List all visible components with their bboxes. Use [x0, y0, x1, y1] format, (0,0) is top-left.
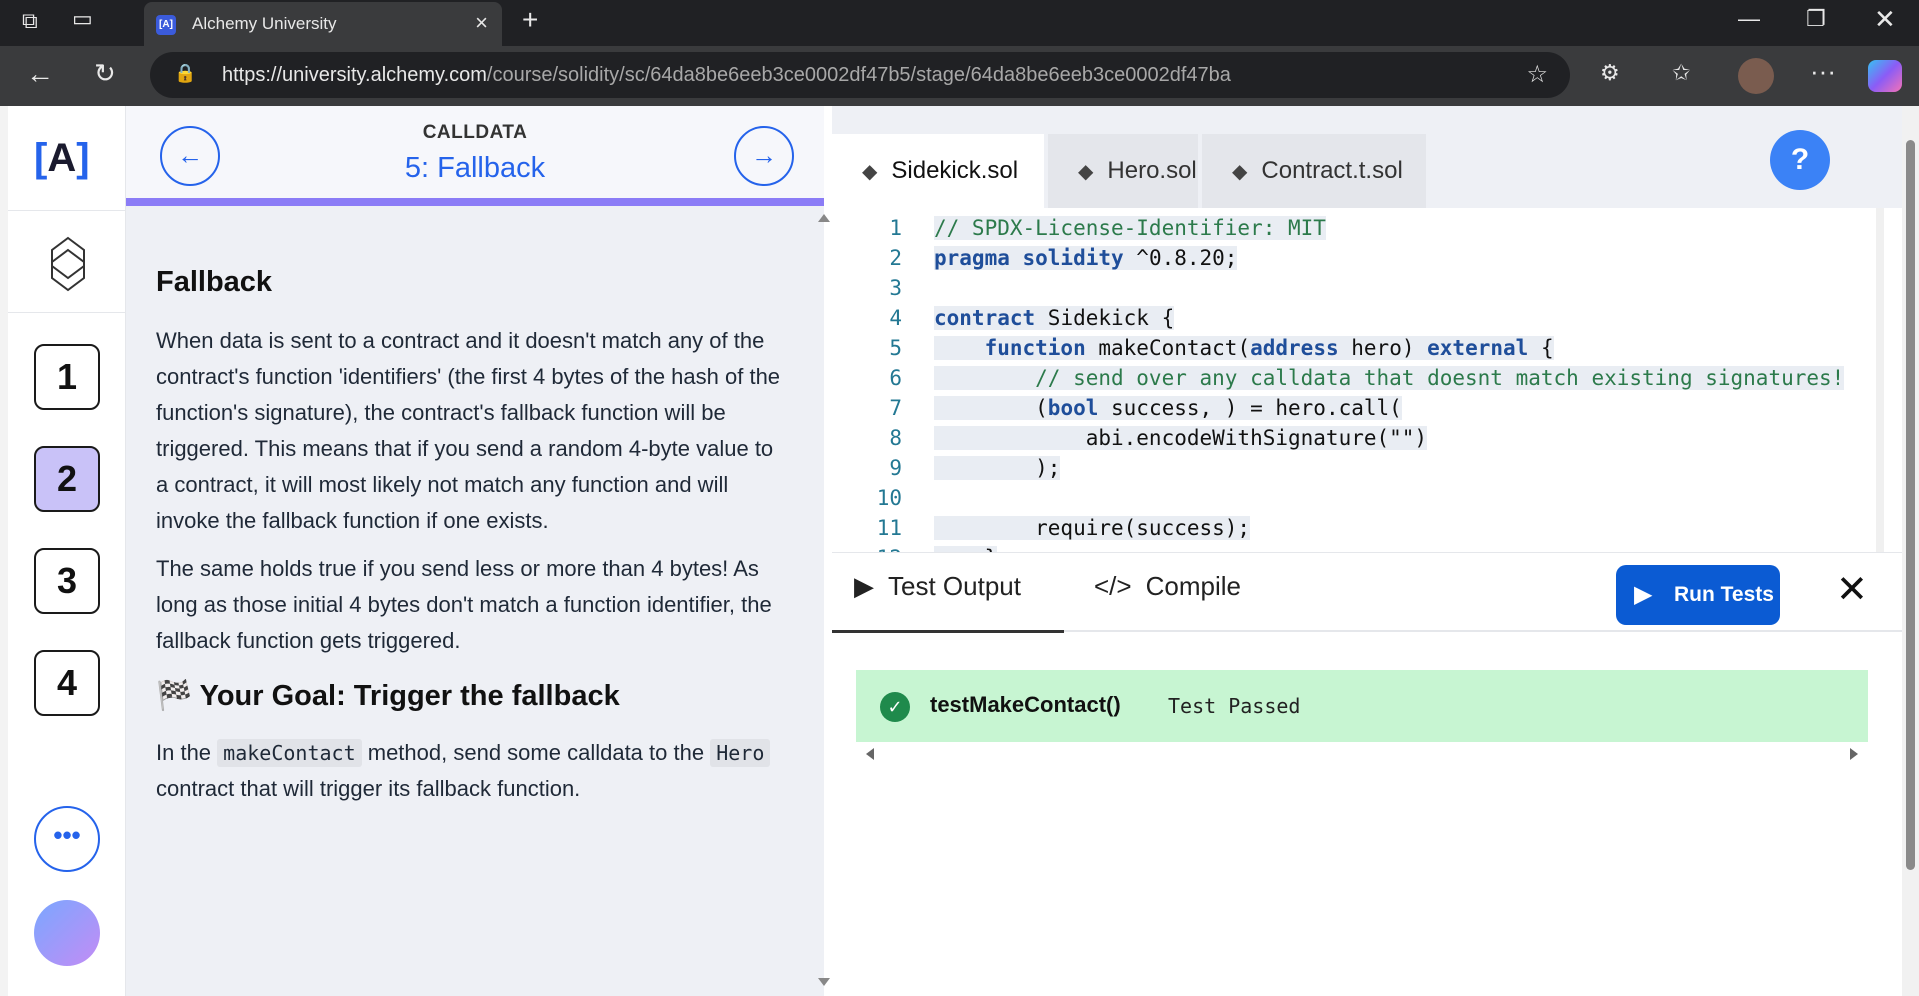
line-number: 3: [889, 276, 902, 300]
output-tabs: ▶ Test Output </> Compile ▶ Run Tests ✕: [832, 552, 1902, 633]
ethereum-icon: ◆: [1078, 161, 1094, 183]
line-number: 2: [889, 246, 902, 270]
lesson-scrollbar[interactable]: [814, 206, 834, 996]
section-label: CALLDATA: [422, 122, 528, 143]
line-number: 10: [876, 486, 902, 510]
line-number: 11: [876, 516, 902, 540]
line-number: 4: [889, 306, 902, 330]
check-circle-icon: ✓: [880, 692, 910, 722]
browser-tab-bar: ⧉ ▭ [A] Alchemy University × + — ❐ ✕: [0, 0, 1919, 46]
code-line: // SPDX-License-Identifier: MIT: [934, 216, 1326, 240]
code-line: // send over any calldata that doesnt ma…: [934, 366, 1845, 390]
page-content: [A] 1 2 3 4 ••• ← CALLDATA 5: Fallback →…: [8, 106, 1919, 996]
extensions-icon[interactable]: ⚙: [1600, 60, 1620, 86]
stage-button-1[interactable]: 1: [34, 344, 100, 410]
workspaces-icon[interactable]: ⧉: [22, 8, 38, 34]
code-line: function makeContact(address hero) exter…: [934, 336, 1554, 360]
file-tabs: ◆ Sidekick.sol ◆ Hero.sol ◆ Contract.t.sol …: [832, 106, 1902, 208]
code-line: pragma solidity ^0.8.20;: [934, 246, 1238, 270]
line-number: 5: [889, 336, 902, 360]
goal-paragraph: In the makeContact method, send some cal…: [156, 735, 786, 807]
line-number: 9: [889, 456, 902, 480]
alchemy-logo[interactable]: [A]: [34, 136, 90, 181]
code-editor-panel: ◆ Sidekick.sol ◆ Hero.sol ◆ Contract.t.sol …: [832, 106, 1902, 996]
active-tab-indicator: [832, 630, 1064, 633]
checkered-flag-icon: 🏁: [156, 680, 193, 712]
lock-icon[interactable]: 🔒: [174, 63, 196, 84]
stage-button-2[interactable]: 2: [34, 446, 100, 512]
line-number: 6: [889, 366, 902, 390]
tab-hero-sol[interactable]: ◆ Hero.sol: [1048, 134, 1198, 208]
code-line: abi.encodeWithSignature(""): [934, 426, 1428, 450]
browser-tab[interactable]: [A] Alchemy University ×: [144, 2, 502, 46]
ethereum-icon: ◆: [862, 161, 878, 183]
tab-sidekick-sol[interactable]: ◆ Sidekick.sol: [832, 134, 1044, 208]
alchemy-hex-icon[interactable]: [48, 236, 88, 292]
tab-actions-icon[interactable]: ▭: [72, 6, 93, 32]
back-icon[interactable]: ←: [26, 58, 54, 90]
line-number: 8: [889, 426, 902, 450]
url-field[interactable]: 🔒 https://university.alchemy.com/course/…: [150, 52, 1570, 98]
favicon-icon: [A]: [156, 15, 176, 35]
close-window-icon[interactable]: ✕: [1874, 4, 1896, 35]
tab-compile[interactable]: </> Compile: [1094, 571, 1241, 602]
favorite-star-icon[interactable]: ☆: [1526, 60, 1548, 89]
run-tests-button[interactable]: ▶ Run Tests: [1616, 565, 1780, 625]
tab-title: Alchemy University: [192, 14, 337, 33]
lesson-panel: ← CALLDATA 5: Fallback → Fallback When d…: [126, 106, 830, 996]
more-stages-button[interactable]: •••: [34, 806, 100, 872]
help-button[interactable]: ?: [1770, 130, 1830, 190]
tab-contract-t-sol[interactable]: ◆ Contract.t.sol: [1202, 134, 1426, 208]
play-icon: ▶: [854, 571, 874, 601]
favorites-icon[interactable]: ✩: [1672, 60, 1690, 86]
new-tab-icon[interactable]: +: [522, 4, 538, 36]
lesson-paragraph: When data is sent to a contract and it d…: [156, 328, 781, 533]
stage-button-4[interactable]: 4: [34, 650, 100, 716]
restore-icon[interactable]: ❐: [1806, 6, 1826, 32]
page-scrollbar-thumb[interactable]: [1906, 140, 1915, 870]
minimize-icon[interactable]: —: [1738, 6, 1760, 32]
code-scrollbar[interactable]: [1876, 208, 1884, 552]
tab-test-output[interactable]: ▶ Test Output: [854, 571, 1021, 602]
page-scrollbar[interactable]: [1902, 106, 1919, 996]
play-icon: ▶: [1634, 581, 1653, 608]
profile-avatar[interactable]: [1738, 58, 1774, 94]
rail-divider: [8, 312, 126, 313]
lesson-header: ← CALLDATA 5: Fallback →: [126, 106, 824, 206]
rail-divider: [8, 210, 126, 211]
close-tab-icon[interactable]: ×: [475, 10, 488, 36]
lesson-paragraph: The same holds true if you send less or …: [156, 556, 772, 653]
reload-icon[interactable]: ↻: [94, 58, 116, 89]
stage-title: 5: Fallback: [404, 152, 546, 184]
inline-code: makeContact: [217, 739, 362, 767]
more-icon[interactable]: ···: [1810, 56, 1836, 87]
code-line: (bool success, ) = hero.call(: [934, 396, 1402, 420]
next-stage-button[interactable]: →: [734, 126, 794, 186]
lesson-heading: Fallback: [156, 266, 273, 298]
code-area[interactable]: 1 2 3 4 5 6 7 8 9 10 11 12 // SPDX-Licen…: [832, 208, 1892, 552]
test-name: testMakeContact(): [930, 692, 1121, 717]
code-line: contract Sidekick {: [934, 306, 1175, 330]
copilot-icon[interactable]: [1868, 60, 1902, 92]
lesson-content: Fallback When data is sent to a contract…: [156, 266, 786, 819]
line-number: 7: [889, 396, 902, 420]
ethereum-icon: ◆: [1232, 161, 1248, 183]
user-avatar[interactable]: [34, 900, 100, 966]
output-horizontal-scrollbar[interactable]: [856, 746, 1868, 762]
course-rail: [A] 1 2 3 4 •••: [8, 106, 126, 996]
code-line: );: [934, 456, 1061, 480]
goal-heading: 🏁 Your Goal: Trigger the fallback: [156, 680, 620, 712]
test-status: Test Passed: [1168, 694, 1301, 718]
browser-toolbar: ← ↻ 🔒 https://university.alchemy.com/cou…: [0, 46, 1919, 106]
code-line: require(success);: [934, 516, 1251, 540]
close-output-icon[interactable]: ✕: [1836, 567, 1868, 612]
test-result-row: ✓ testMakeContact() Test Passed: [856, 670, 1868, 742]
code-icon: </>: [1094, 571, 1132, 601]
stage-button-3[interactable]: 3: [34, 548, 100, 614]
url-text: https://university.alchemy.com/course/so…: [222, 64, 1231, 86]
inline-code: Hero: [710, 739, 771, 767]
line-number: 1: [889, 216, 902, 240]
